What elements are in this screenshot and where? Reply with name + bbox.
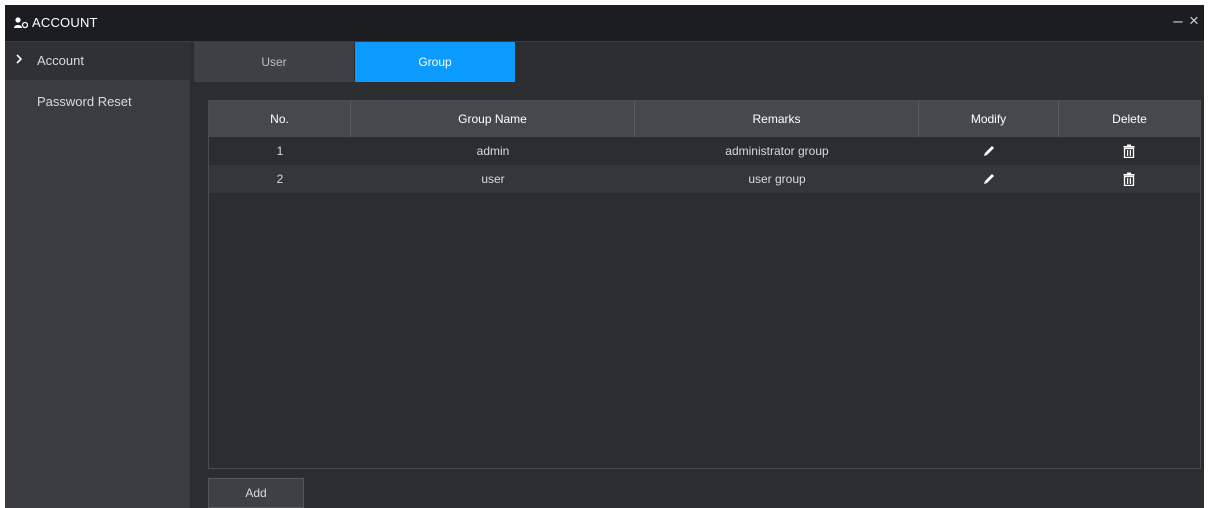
cell-group-name: admin <box>476 144 510 158</box>
tab-group[interactable]: Group <box>355 42 515 82</box>
chevron-right-icon <box>16 54 23 64</box>
column-header-modify: Modify <box>919 101 1059 137</box>
pencil-icon[interactable] <box>982 172 996 186</box>
trash-icon[interactable] <box>1122 172 1136 186</box>
delete-cell <box>1059 165 1200 193</box>
delete-cell <box>1059 137 1200 165</box>
cell-group-name: user <box>481 172 505 186</box>
group-table: No. Group Name Remarks Modify Delete 1 a… <box>208 100 1201 469</box>
trash-icon[interactable] <box>1122 144 1136 158</box>
column-header-group-name: Group Name <box>351 101 635 137</box>
pencil-icon[interactable] <box>982 144 996 158</box>
modify-cell <box>919 165 1059 193</box>
sidebar-item-password-reset[interactable]: Password Reset <box>5 87 190 125</box>
close-button[interactable]: × <box>1186 11 1202 31</box>
minimize-button[interactable]: – <box>1170 11 1186 31</box>
sidebar-item-label: Account <box>37 53 84 68</box>
table-row[interactable]: 1 admin administrator group <box>209 137 1200 165</box>
column-header-delete: Delete <box>1112 112 1147 126</box>
title-bar: ACCOUNT – × <box>5 5 1204 42</box>
tab-user[interactable]: User <box>194 42 354 82</box>
account-window: ACCOUNT – × Account Password Reset User … <box>5 5 1204 508</box>
window-title: ACCOUNT <box>32 15 98 30</box>
table-header: No. Group Name Remarks Modify Delete <box>209 101 1200 137</box>
column-header-remarks: Remarks <box>635 101 919 137</box>
table-row[interactable]: 2 user user group <box>209 165 1200 193</box>
cell-no: 2 <box>276 172 284 186</box>
sidebar-item-label: Password Reset <box>37 94 132 109</box>
sidebar-item-account[interactable]: Account <box>5 42 190 80</box>
sidebar: Account Password Reset <box>5 42 190 508</box>
modify-cell <box>919 137 1059 165</box>
cell-remarks: user group <box>748 172 806 186</box>
cell-remarks: administrator group <box>725 144 829 158</box>
account-icon <box>14 17 28 29</box>
cell-no: 1 <box>276 144 284 158</box>
column-header-no: No. <box>209 101 351 137</box>
add-button[interactable]: Add <box>208 478 304 508</box>
